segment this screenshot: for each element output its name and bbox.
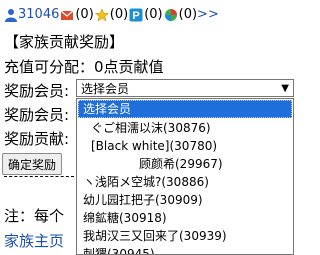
chevron-down-icon[interactable]: ▼ [281,80,289,98]
family-home-link[interactable]: 家族主页 [4,230,64,251]
star-count: (0) [109,7,129,22]
recharge-text: 充值可分配：0点贡献值 [4,58,164,76]
divider [4,176,74,177]
dropdown-option[interactable]: 刺猬(30945) [77,245,293,254]
svg-text:P: P [133,10,140,22]
contribution-label: 奖励贡献: [4,130,70,148]
mail-icon[interactable] [60,8,74,22]
top-status-bar: 31046 (0) (0) P (0) (0) >> [4,6,219,24]
p-badge-icon[interactable]: P [129,8,143,22]
dropdown-option[interactable]: ぐご相濡以沫(30876) [77,119,293,137]
dropdown-option[interactable]: [Black white](30780) [77,137,293,155]
refresh-count: (0) [178,7,198,22]
refresh-icon[interactable] [164,8,178,22]
user-icon [5,9,17,22]
page-title: 【家族贡献奖励】 [4,33,125,51]
member-select-value: 选择会员 [81,82,130,96]
confirm-reward-button[interactable]: 确定奖励 [2,153,62,175]
member-label-2: 奖励会员: [4,106,70,124]
member-select[interactable]: 选择会员 ▼ [76,79,294,97]
dropdown-option[interactable]: 我胡汉三又回来了(30939) [77,227,293,245]
user-id-link[interactable]: 31046 [18,6,59,24]
more-link[interactable]: >> [197,6,219,24]
member-dropdown-list[interactable]: 选择会员 ぐご相濡以沫(30876) [Black white](30780) … [76,98,294,255]
dropdown-option[interactable]: 幼儿园扛把子(30909) [77,191,293,209]
star-icon[interactable] [94,8,109,22]
dropdown-option[interactable]: 绵鉱糖(30918) [77,209,293,227]
p-count: (0) [144,7,163,22]
dropdown-option[interactable]: ヽ浅陌メ空城?(30886) [77,173,293,191]
mail-count: (0) [75,7,94,22]
dropdown-option[interactable]: 顾颜希(29967) [77,155,293,173]
note-text: 注：每个 [4,207,65,225]
dropdown-option[interactable]: 选择会员 [78,100,292,118]
member-label: 奖励会员: [4,82,70,100]
